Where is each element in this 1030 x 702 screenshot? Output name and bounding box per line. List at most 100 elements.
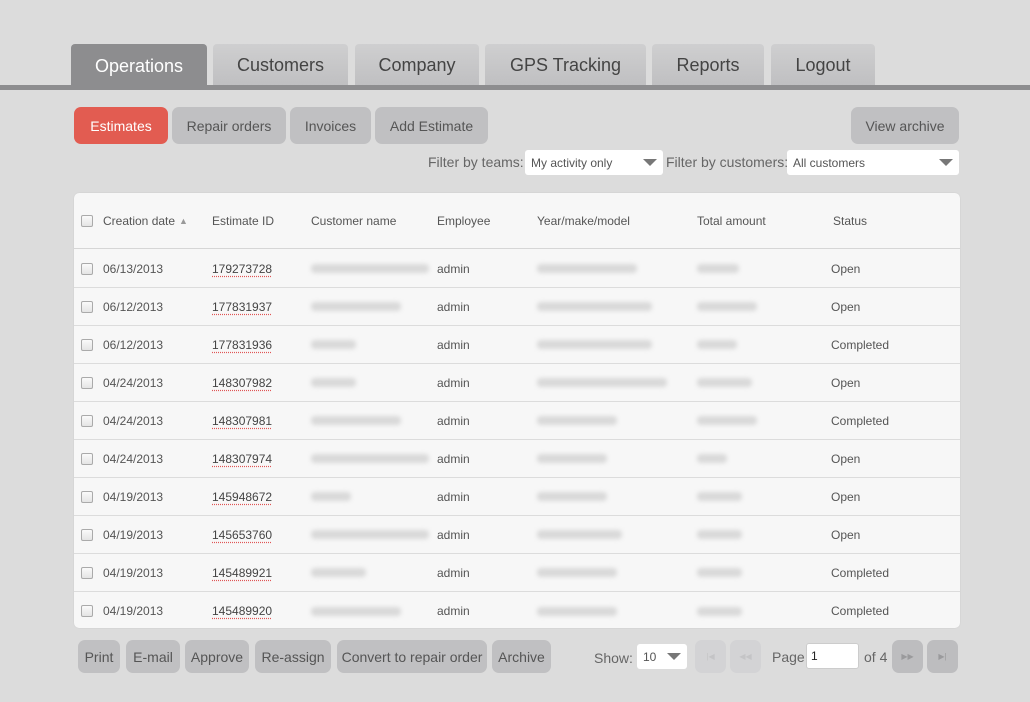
prev-page-button[interactable]: ◀◀ — [730, 640, 761, 673]
table-row[interactable]: 04/24/2013 148307982 admin Open — [74, 364, 960, 402]
page-number-input[interactable]: 1 — [806, 643, 859, 669]
email-button[interactable]: E-mail — [126, 640, 180, 673]
estimate-id[interactable]: 148307981 — [212, 414, 272, 428]
row-checkbox[interactable] — [81, 326, 93, 363]
table-row[interactable]: 06/13/2013 179273728 admin Open — [74, 250, 960, 288]
subtab-estimates[interactable]: Estimates — [74, 107, 168, 144]
row-checkbox[interactable] — [81, 402, 93, 439]
checkbox-icon[interactable] — [81, 452, 93, 465]
checkbox-icon[interactable] — [81, 338, 93, 351]
convert-to-repair-order-button[interactable]: Convert to repair order — [337, 640, 487, 673]
checkbox-icon[interactable] — [81, 300, 93, 313]
estimate-id-link[interactable]: 145489920 — [212, 592, 272, 630]
next-page-button[interactable]: ▶▶ — [892, 640, 923, 673]
col-total-amount[interactable]: Total amount — [697, 193, 766, 248]
subtab-repair-orders[interactable]: Repair orders — [172, 107, 286, 144]
approve-button[interactable]: Approve — [185, 640, 249, 673]
checkbox-icon[interactable] — [81, 528, 93, 541]
tab-logout[interactable]: Logout — [771, 44, 875, 86]
redacted-vehicle — [537, 378, 667, 387]
tab-operations[interactable]: Operations — [71, 44, 207, 88]
redacted-customer-name — [311, 340, 356, 349]
estimate-id-link[interactable]: 148307982 — [212, 364, 272, 401]
table-row[interactable]: 06/12/2013 177831936 admin Completed — [74, 326, 960, 364]
row-checkbox[interactable] — [81, 250, 93, 287]
checkbox-icon[interactable] — [81, 566, 93, 579]
row-checkbox[interactable] — [81, 364, 93, 401]
col-estimate-id[interactable]: Estimate ID — [212, 193, 274, 248]
estimate-id-link[interactable]: 148307974 — [212, 440, 272, 477]
print-button[interactable]: Print — [78, 640, 120, 673]
estimate-id-link[interactable]: 145489921 — [212, 554, 272, 591]
checkbox-icon[interactable] — [81, 214, 93, 227]
filter-teams-select[interactable]: My activity only — [525, 150, 663, 175]
checkbox-icon[interactable] — [81, 490, 93, 503]
col-creation-date[interactable]: Creation date ▲︎ — [103, 193, 188, 248]
row-checkbox[interactable] — [81, 288, 93, 325]
year-make-model — [537, 478, 607, 515]
tab-reports[interactable]: Reports — [652, 44, 764, 86]
col-year-make-model[interactable]: Year/make/model — [537, 193, 630, 248]
estimate-id[interactable]: 148307974 — [212, 452, 272, 466]
tab-gps-tracking[interactable]: GPS Tracking — [485, 44, 646, 86]
checkbox-icon[interactable] — [81, 414, 93, 427]
estimate-id[interactable]: 148307982 — [212, 376, 272, 390]
total-amount — [697, 402, 757, 439]
checkbox-icon[interactable] — [81, 262, 93, 275]
estimate-id-link[interactable]: 177831936 — [212, 326, 272, 363]
filter-customers-select[interactable]: All customers — [787, 150, 959, 175]
estimate-id-link[interactable]: 148307981 — [212, 402, 272, 439]
sort-arrows-icon[interactable]: ▲︎ — [179, 216, 188, 226]
subtab-invoices[interactable]: Invoices — [290, 107, 371, 144]
table-row[interactable]: 04/19/2013 145489921 admin Completed — [74, 554, 960, 592]
table-row[interactable]: 04/19/2013 145948672 admin Open — [74, 478, 960, 516]
redacted-customer-name — [311, 568, 366, 577]
tab-company[interactable]: Company — [355, 44, 479, 86]
redacted-vehicle — [537, 340, 652, 349]
estimate-id[interactable]: 145489920 — [212, 604, 272, 618]
row-checkbox[interactable] — [81, 478, 93, 515]
table-row[interactable]: 04/19/2013 145653760 admin Open — [74, 516, 960, 554]
estimate-id[interactable]: 145489921 — [212, 566, 272, 580]
status: Open — [831, 489, 861, 504]
col-status[interactable]: Status — [833, 193, 867, 248]
creation-date: 06/12/2013 — [103, 299, 164, 314]
row-checkbox[interactable] — [81, 554, 93, 591]
first-page-button[interactable]: |◀ — [695, 640, 726, 673]
row-checkbox[interactable] — [81, 592, 93, 630]
checkbox-icon[interactable] — [81, 376, 93, 389]
estimate-id[interactable]: 177831936 — [212, 338, 272, 352]
redacted-amount — [697, 416, 757, 425]
table-row[interactable]: 04/24/2013 148307981 admin Completed — [74, 402, 960, 440]
estimate-id-link[interactable]: 179273728 — [212, 250, 272, 287]
last-page-button[interactable]: ▶| — [927, 640, 958, 673]
estimate-id-link[interactable]: 145653760 — [212, 516, 272, 553]
customer-name — [311, 478, 351, 515]
estimate-id[interactable]: 145948672 — [212, 490, 272, 504]
add-estimate-button[interactable]: Add Estimate — [375, 107, 488, 144]
checkbox-icon[interactable] — [81, 605, 93, 617]
select-all-checkbox[interactable] — [81, 193, 93, 248]
estimate-id[interactable]: 179273728 — [212, 262, 272, 276]
total-amount — [697, 592, 742, 630]
creation-date: 04/24/2013 — [103, 413, 164, 428]
filter-customers-value: All customers — [793, 155, 866, 170]
table-header: Creation date ▲︎ Estimate ID Customer na… — [74, 193, 960, 249]
page-size-select[interactable]: 10 — [637, 644, 687, 669]
estimate-id-link[interactable]: 145948672 — [212, 478, 272, 515]
table-row[interactable]: 04/24/2013 148307974 admin Open — [74, 440, 960, 478]
estimate-id[interactable]: 145653760 — [212, 528, 272, 542]
estimate-id-link[interactable]: 177831937 — [212, 288, 272, 325]
tab-customers[interactable]: Customers — [213, 44, 348, 86]
col-customer-name[interactable]: Customer name — [311, 193, 396, 248]
estimate-id[interactable]: 177831937 — [212, 300, 272, 314]
col-employee[interactable]: Employee — [437, 193, 490, 248]
row-checkbox[interactable] — [81, 440, 93, 477]
table-row[interactable]: 06/12/2013 177831937 admin Open — [74, 288, 960, 326]
table-row[interactable]: 04/19/2013 145489920 admin Completed — [74, 592, 960, 630]
redacted-vehicle — [537, 302, 652, 311]
row-checkbox[interactable] — [81, 516, 93, 553]
archive-button[interactable]: Archive — [492, 640, 551, 673]
reassign-button[interactable]: Re-assign — [255, 640, 331, 673]
view-archive-button[interactable]: View archive — [851, 107, 959, 144]
